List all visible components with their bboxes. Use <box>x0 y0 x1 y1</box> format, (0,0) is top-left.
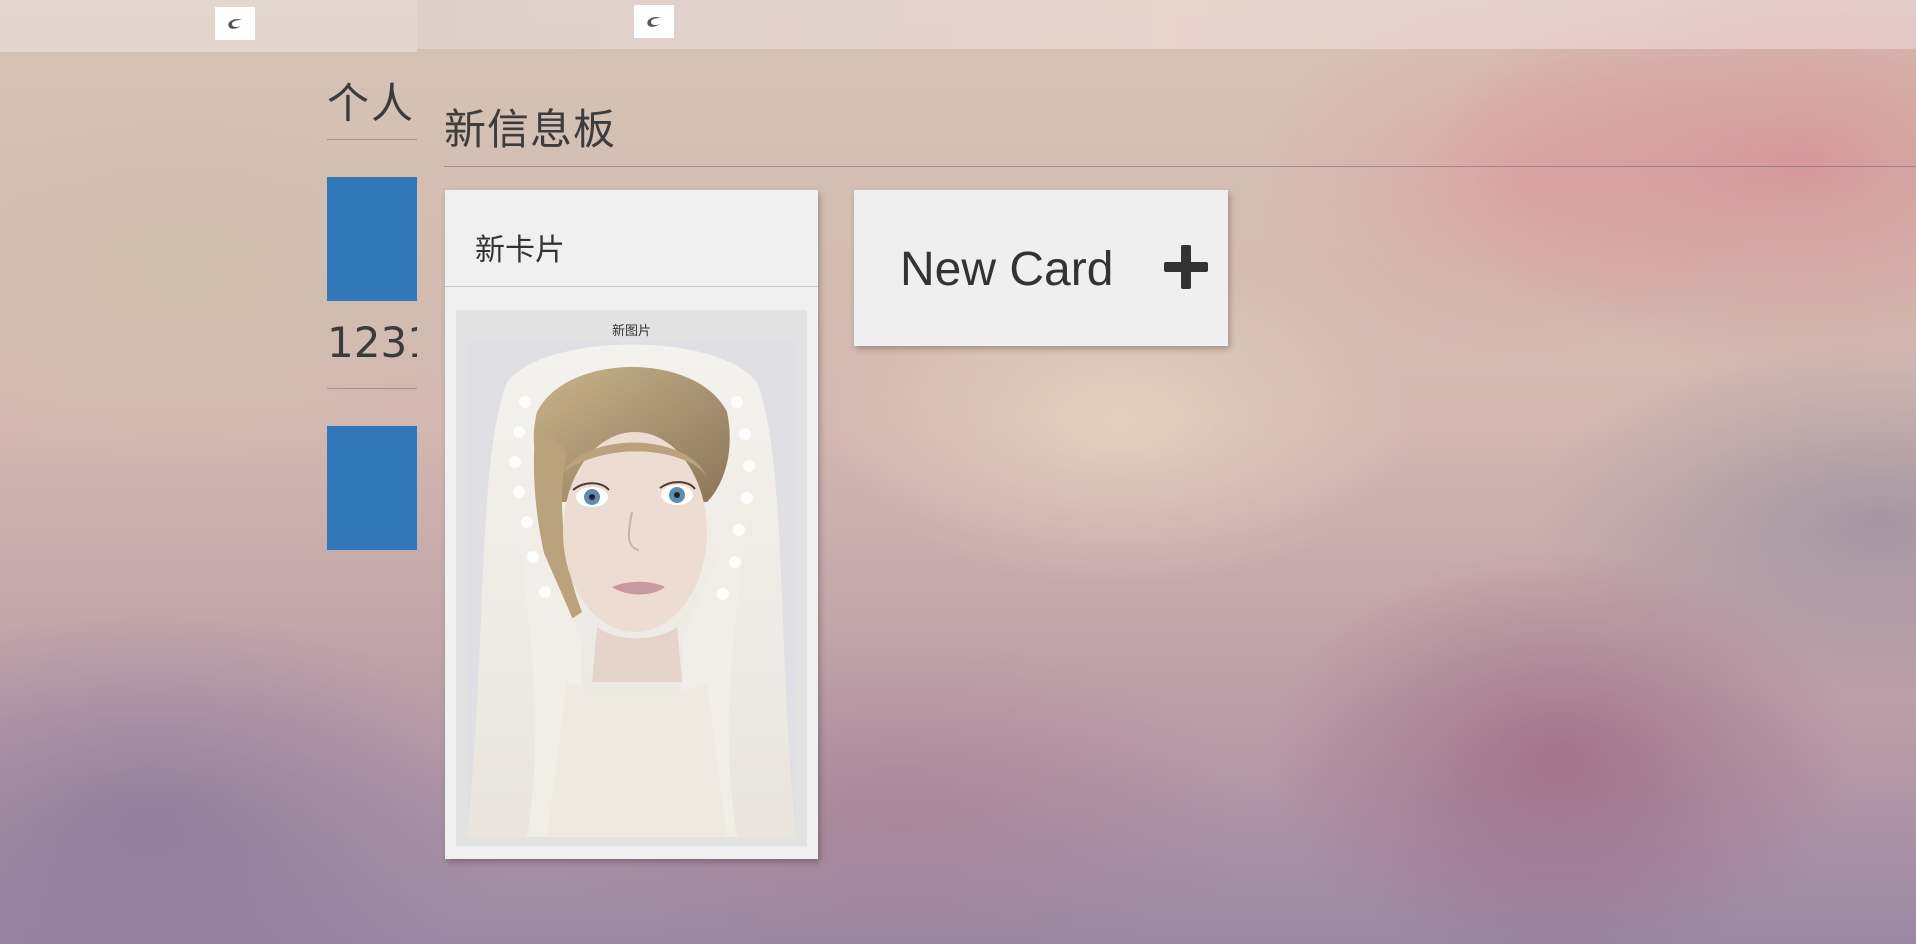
card-header-divider <box>445 286 818 287</box>
app-logo-icon[interactable] <box>634 5 674 38</box>
board-panel: 新信息板 新卡片 新图片 New Card <box>417 0 1916 944</box>
background-panel: 个人 1231 <box>0 0 417 944</box>
card[interactable]: 新卡片 新图片 <box>445 190 818 859</box>
new-card-button[interactable]: New Card <box>854 190 1228 346</box>
board-title-divider <box>444 166 1916 167</box>
card-title[interactable]: 新卡片 <box>475 225 565 269</box>
divider <box>327 139 417 140</box>
plus-icon <box>1164 245 1208 289</box>
board-title: 新信息板 <box>444 105 617 154</box>
divider <box>327 388 417 389</box>
background-panel-header <box>0 0 417 52</box>
board-tile[interactable] <box>327 426 417 550</box>
board-tile[interactable] <box>327 177 417 301</box>
background-panel-board-name: 1231 <box>327 318 417 367</box>
background-panel-title: 个人 <box>327 79 416 128</box>
image-caption: 新图片 <box>611 324 651 339</box>
new-card-label: New Card <box>900 243 1114 296</box>
portrait-photo[interactable] <box>467 342 796 837</box>
app-logo-icon[interactable] <box>215 7 255 40</box>
image-item[interactable]: 新图片 <box>456 310 807 846</box>
